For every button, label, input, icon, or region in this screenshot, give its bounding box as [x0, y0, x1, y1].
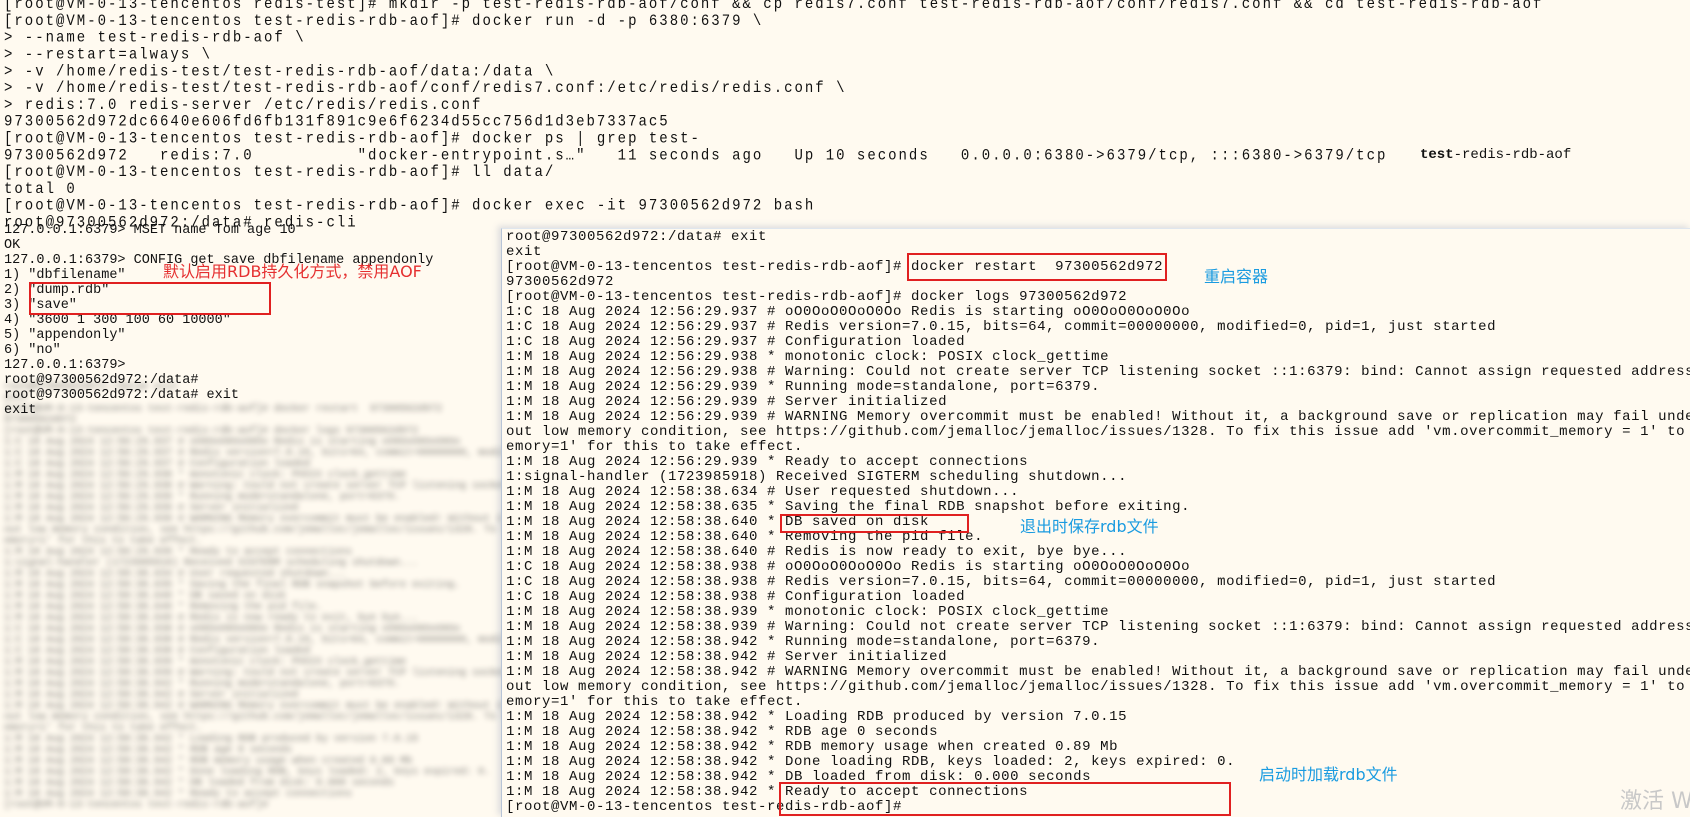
terminal-line: emory=1' for this to take effect.: [506, 439, 804, 455]
blurred-line: 1:C 18 Aug 2024 12:58:38.938 # Redis ver…: [4, 635, 665, 646]
terminal-line: 1:M 18 Aug 2024 12:58:38.942 * Done load…: [506, 754, 1236, 770]
blurred-line: 1:C 18 Aug 2024 12:58:38.938 # oO0OoO0Oo…: [4, 624, 461, 635]
terminal-line: 6) "no": [4, 343, 61, 358]
blurred-line: 1:M 18 Aug 2024 12:58:38.939 # Warning: …: [4, 668, 797, 679]
highlight-save-config-box: [29, 282, 271, 315]
blurred-line: 1:M 18 Aug 2024 12:56:29.938 * monotonic…: [4, 470, 407, 481]
blurred-line: 1:M 18 Aug 2024 12:58:38.635 * Saving th…: [4, 580, 461, 591]
blurred-line: 1:M 18 Aug 2024 12:58:38.939 * monotonic…: [4, 657, 407, 668]
blurred-line: root@97300562d972:/data# exit: [4, 382, 179, 393]
blurred-line: 1:M 18 Aug 2024 12:58:38.942 * Done load…: [4, 767, 491, 778]
blurred-line: 1:C 18 Aug 2024 12:56:29.937 # Redis ver…: [4, 448, 665, 459]
terminal-line: 5) "appendonly": [4, 328, 126, 343]
terminal-line: 1:M 18 Aug 2024 12:56:29.938 * monotonic…: [506, 349, 1110, 365]
ps-container-name: test-redis-rdb-aof: [0, 133, 1690, 163]
ps-name-bold: test: [1420, 147, 1454, 163]
blurred-line: [root@VM-0-13-tencentos test-redis-rdb-a…: [4, 800, 275, 811]
blurred-line: 1:M 18 Aug 2024 12:58:38.942 # Server in…: [4, 690, 299, 701]
blurred-line: 97300562d972: [4, 415, 77, 426]
terminal-line: 1:M 18 Aug 2024 12:56:29.939 # WARNING M…: [506, 409, 1690, 425]
blurred-line: out low memory condition, see https://gi…: [4, 525, 791, 536]
terminal-line: 1:M 18 Aug 2024 12:56:29.939 # Server in…: [506, 394, 948, 410]
highlight-restart-box: [907, 253, 1167, 281]
blurred-line: emory=1' for this to take effect.: [4, 723, 203, 734]
blurred-line: 1:M 18 Aug 2024 12:56:29.939 # WARNING M…: [4, 514, 803, 525]
terminal-line: 1:M 18 Aug 2024 12:58:38.942 # WARNING M…: [506, 664, 1690, 680]
blurred-line: 1:M 18 Aug 2024 12:58:38.942 * RDB age 0…: [4, 745, 293, 756]
blurred-line: out low memory condition, see https://gi…: [4, 712, 791, 723]
annotation-load-on-start: 启动时加载rdb文件: [1259, 765, 1398, 784]
blurred-line: 1:M 18 Aug 2024 12:58:38.942 * Running m…: [4, 679, 401, 690]
terminal-line: 1:signal-handler (1723985918) Received S…: [506, 469, 1128, 485]
terminal-line: 127.0.0.1:6379>: [4, 358, 126, 373]
terminal-line: 1:C 18 Aug 2024 12:56:29.937 # Redis ver…: [506, 319, 1497, 335]
blurred-line: 1:M 18 Aug 2024 12:56:29.939 * Ready to …: [4, 547, 353, 558]
terminal-line: 1:C 18 Aug 2024 12:58:38.938 # Redis ver…: [506, 574, 1497, 590]
terminal-line: [root@VM-0-13-tencentos test-redis-rdb-a…: [506, 289, 1128, 305]
terminal-line: 1:C 18 Aug 2024 12:56:29.937 # Configura…: [506, 334, 966, 350]
terminal-line: 1:M 18 Aug 2024 12:58:38.942 # Server in…: [506, 649, 948, 665]
blurred-line: emory=1' for this to take effect.: [4, 536, 203, 547]
terminal-line: 1:M 18 Aug 2024 12:58:38.939 * monotonic…: [506, 604, 1110, 620]
blurred-line: 1:M 18 Aug 2024 12:58:38.640 # Redis is …: [4, 613, 419, 624]
blurred-line: 1:M 18 Aug 2024 12:58:38.634 # User requ…: [4, 569, 347, 580]
terminal-line: out low memory condition, see https://gi…: [506, 679, 1686, 695]
blurred-line: [root@VM-0-13-tencentos test-redis-rdb-a…: [4, 404, 443, 415]
terminal-top-output: [root@VM-0-13-tencentos redis-test]# mkd…: [4, 0, 1543, 233]
blurred-line: exit: [4, 393, 29, 404]
blurred-line: 1:signal-handler (1723985918) Received S…: [4, 558, 419, 569]
terminal-line: 1:M 18 Aug 2024 12:58:38.640 # Redis is …: [506, 544, 1128, 560]
terminal-line: 1:M 18 Aug 2024 12:58:38.942 * RDB age 0…: [506, 724, 939, 740]
terminal-line: OK: [4, 238, 21, 253]
blurred-line: 1:M 18 Aug 2024 12:58:38.942 * DB loaded…: [4, 778, 395, 789]
annotation-default-rdb: 默认启用RDB持久化方式，禁用AOF: [163, 262, 422, 281]
terminal-line: [root@VM-0-13-tencentos test-redis-rdb-a…: [4, 163, 556, 182]
blurred-line: 1:M 18 Aug 2024 12:58:38.942 * RDB memor…: [4, 756, 413, 767]
terminal-line: 1:M 18 Aug 2024 12:58:38.942 * Loading R…: [506, 709, 1128, 725]
annotation-save-on-exit: 退出时保存rdb文件: [1020, 517, 1159, 536]
blurred-line: 1:M 18 Aug 2024 12:58:38.640 * DB saved …: [4, 591, 287, 602]
terminal-line: 127.0.0.1:6379> MSET name Tom age 10: [4, 223, 296, 238]
blurred-line: 1:M 18 Aug 2024 12:56:29.939 * Running m…: [4, 492, 401, 503]
terminal-line: 1:C 18 Aug 2024 12:58:38.938 # Configura…: [506, 589, 966, 605]
terminal-line: 1:M 18 Aug 2024 12:58:38.942 * RDB memor…: [506, 739, 1119, 755]
highlight-db-loaded-box: [779, 782, 1231, 816]
blurred-line: 1:C 18 Aug 2024 12:58:38.938 # Configura…: [4, 646, 311, 657]
terminal-line: 1:M 18 Aug 2024 12:56:29.938 # Warning: …: [506, 364, 1690, 380]
annotation-restart: 重启容器: [1204, 267, 1269, 286]
terminal-line: 1:C 18 Aug 2024 12:58:38.938 # oO0OoO0Oo…: [506, 559, 1191, 575]
terminal-line: out low memory condition, see https://gi…: [506, 424, 1686, 440]
windows-activation-watermark: 激活 Wind: [1620, 789, 1690, 814]
blurred-background-output: root@97300562d972:/data# exit exit [root@V…: [0, 382, 803, 811]
terminal-line: 1:M 18 Aug 2024 12:56:29.939 * Ready to …: [506, 454, 1029, 470]
blurred-line: 1:C 18 Aug 2024 12:56:29.937 # oO0OoO0Oo…: [4, 437, 461, 448]
terminal-line: 1:M 18 Aug 2024 12:58:38.942 * Running m…: [506, 634, 1101, 650]
blurred-line: 1:M 18 Aug 2024 12:56:29.939 # Server in…: [4, 503, 299, 514]
blurred-line: 1:M 18 Aug 2024 12:58:38.942 * Ready to …: [4, 789, 353, 800]
terminal-line: 1:M 18 Aug 2024 12:56:29.939 * Running m…: [506, 379, 1101, 395]
blurred-line: 1:M 18 Aug 2024 12:56:29.938 # Warning: …: [4, 481, 797, 492]
blurred-line: 1:M 18 Aug 2024 12:58:38.640 * Removing …: [4, 602, 323, 613]
highlight-db-saved-box: [780, 514, 969, 533]
terminal-line: root@97300562d972:/data# exit: [506, 229, 768, 245]
terminal-line: > --name test-redis-rdb-aof \: [4, 29, 306, 48]
terminal-line: 1:C 18 Aug 2024 12:56:29.937 # oO0OoO0Oo…: [506, 304, 1191, 320]
terminal-line: 1:M 18 Aug 2024 12:58:38.634 # User requ…: [506, 484, 1020, 500]
blurred-line: 1:M 18 Aug 2024 12:58:38.942 * Loading R…: [4, 734, 419, 745]
blurred-line: [root@VM-0-13-tencentos test-redis-rdb-a…: [4, 426, 419, 437]
blurred-line: 1:C 18 Aug 2024 12:56:29.937 # Configura…: [4, 459, 311, 470]
terminal-line: 1:M 18 Aug 2024 12:58:38.939 # Warning: …: [506, 619, 1690, 635]
terminal-line: emory=1' for this to take effect.: [506, 694, 804, 710]
blurred-line: 1:M 18 Aug 2024 12:58:38.942 # WARNING M…: [4, 701, 803, 712]
terminal-line: 4) "3600 1 300 100 60 10000": [4, 313, 231, 328]
ps-name-rest: -redis-rdb-aof: [1453, 147, 1572, 163]
